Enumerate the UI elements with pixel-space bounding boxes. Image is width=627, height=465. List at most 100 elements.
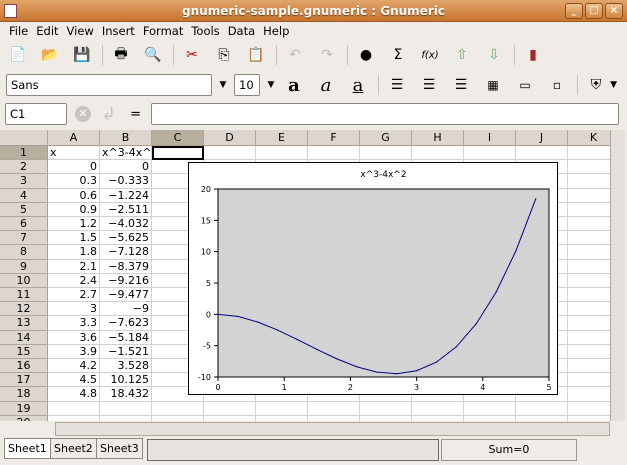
row-header-19[interactable]: 19 bbox=[0, 402, 48, 416]
cell-a16[interactable]: 4.2 bbox=[48, 359, 100, 373]
cell-b9[interactable]: −8.379 bbox=[100, 260, 152, 274]
font-name-dropdown[interactable]: ▼ bbox=[212, 80, 234, 90]
open-icon[interactable]: 📂 bbox=[38, 44, 62, 66]
cell-k11[interactable] bbox=[568, 288, 610, 302]
align-right-icon[interactable]: ☰ bbox=[449, 74, 473, 96]
sheet-tab-1[interactable]: Sheet1 bbox=[4, 438, 51, 459]
cell-h1[interactable] bbox=[412, 146, 464, 160]
paste-icon[interactable]: 📋 bbox=[244, 44, 268, 66]
cell-a19[interactable] bbox=[48, 402, 100, 416]
cell-k10[interactable] bbox=[568, 274, 610, 288]
cell-k12[interactable] bbox=[568, 302, 610, 316]
sheet-tab-3[interactable]: Sheet3 bbox=[96, 438, 143, 459]
minimize-button[interactable]: _ bbox=[565, 3, 583, 19]
print-preview-icon[interactable]: 🔍 bbox=[141, 44, 165, 66]
row-header-10[interactable]: 10 bbox=[0, 274, 48, 288]
row-header-5[interactable]: 5 bbox=[0, 203, 48, 217]
menu-format[interactable]: Format bbox=[139, 22, 188, 40]
cell-a15[interactable]: 3.9 bbox=[48, 345, 100, 359]
italic-button[interactable]: a bbox=[314, 74, 338, 96]
row-header-16[interactable]: 16 bbox=[0, 359, 48, 373]
cell-k6[interactable] bbox=[568, 217, 610, 231]
cell-a11[interactable]: 2.7 bbox=[48, 288, 100, 302]
cut-icon[interactable]: ✂ bbox=[180, 44, 204, 66]
cell-b16[interactable]: 3.528 bbox=[100, 359, 152, 373]
cell-c1[interactable] bbox=[152, 146, 204, 160]
chart-icon[interactable]: ▮ bbox=[521, 44, 545, 66]
close-button[interactable]: × bbox=[605, 3, 623, 19]
merge-cells-icon[interactable]: ▦ bbox=[481, 74, 505, 96]
cell-a14[interactable]: 3.6 bbox=[48, 331, 100, 345]
cell-k18[interactable] bbox=[568, 387, 610, 401]
cell-b2[interactable]: 0 bbox=[100, 160, 152, 174]
cell-e1[interactable] bbox=[256, 146, 308, 160]
cell-a4[interactable]: 0.6 bbox=[48, 189, 100, 203]
cell-b5[interactable]: −2.511 bbox=[100, 203, 152, 217]
cell-k4[interactable] bbox=[568, 189, 610, 203]
row-header-7[interactable]: 7 bbox=[0, 231, 48, 245]
function-icon[interactable]: f(x) bbox=[418, 44, 442, 66]
cell-a1[interactable]: x bbox=[48, 146, 100, 160]
column-header-f[interactable]: F bbox=[308, 130, 360, 146]
font-name-input[interactable]: Sans bbox=[6, 74, 212, 96]
cell-k15[interactable] bbox=[568, 345, 610, 359]
cell-c19[interactable] bbox=[152, 402, 204, 416]
column-header-e[interactable]: E bbox=[256, 130, 308, 146]
menu-view[interactable]: View bbox=[63, 22, 98, 40]
cell-k5[interactable] bbox=[568, 203, 610, 217]
row-header-3[interactable]: 3 bbox=[0, 174, 48, 188]
row-header-11[interactable]: 11 bbox=[0, 288, 48, 302]
menu-tools[interactable]: Tools bbox=[187, 22, 223, 40]
column-header-c[interactable]: C bbox=[152, 130, 204, 146]
cell-a13[interactable]: 3.3 bbox=[48, 316, 100, 330]
row-header-6[interactable]: 6 bbox=[0, 217, 48, 231]
row-header-18[interactable]: 18 bbox=[0, 387, 48, 401]
align-center-icon[interactable]: ☰ bbox=[417, 74, 441, 96]
cell-a6[interactable]: 1.2 bbox=[48, 217, 100, 231]
row-header-4[interactable]: 4 bbox=[0, 189, 48, 203]
column-header-a[interactable]: A bbox=[48, 130, 100, 146]
cell-k1[interactable] bbox=[568, 146, 610, 160]
copy-icon[interactable]: ⎘ bbox=[212, 44, 236, 66]
cell-k8[interactable] bbox=[568, 245, 610, 259]
column-header-k[interactable]: K bbox=[568, 130, 610, 146]
cell-k2[interactable] bbox=[568, 160, 610, 174]
redo-icon[interactable]: ↷ bbox=[315, 44, 339, 66]
formula-input[interactable] bbox=[151, 103, 619, 125]
cell-a2[interactable]: 0 bbox=[48, 160, 100, 174]
row-header-15[interactable]: 15 bbox=[0, 345, 48, 359]
cell-e19[interactable] bbox=[256, 402, 308, 416]
row-header-9[interactable]: 9 bbox=[0, 260, 48, 274]
split-cells-icon[interactable]: ▫ bbox=[545, 74, 569, 96]
cell-b14[interactable]: −5.184 bbox=[100, 331, 152, 345]
cell-k9[interactable] bbox=[568, 260, 610, 274]
menu-file[interactable]: File bbox=[5, 22, 32, 40]
cell-k7[interactable] bbox=[568, 231, 610, 245]
sheet-tab-2[interactable]: Sheet2 bbox=[50, 438, 97, 459]
cell-k19[interactable] bbox=[568, 402, 610, 416]
cell-a12[interactable]: 3 bbox=[48, 302, 100, 316]
cell-b4[interactable]: −1.224 bbox=[100, 189, 152, 203]
cell-k3[interactable] bbox=[568, 174, 610, 188]
sort-descending-icon[interactable]: ⇩ bbox=[482, 44, 506, 66]
row-header-1[interactable]: 1 bbox=[0, 146, 48, 160]
cell-a8[interactable]: 1.8 bbox=[48, 245, 100, 259]
row-header-17[interactable]: 17 bbox=[0, 373, 48, 387]
cell-a3[interactable]: 0.3 bbox=[48, 174, 100, 188]
row-header-13[interactable]: 13 bbox=[0, 316, 48, 330]
cell-b1[interactable]: x^3-4x^2 bbox=[100, 146, 152, 160]
menu-data[interactable]: Data bbox=[224, 22, 259, 40]
cell-a9[interactable]: 2.1 bbox=[48, 260, 100, 274]
column-header-i[interactable]: I bbox=[464, 130, 516, 146]
cell-d1[interactable] bbox=[204, 146, 256, 160]
save-icon[interactable]: 💾 bbox=[70, 44, 94, 66]
cell-k17[interactable] bbox=[568, 373, 610, 387]
undo-icon[interactable]: ↶ bbox=[283, 44, 307, 66]
toolbar-overflow-icon[interactable]: ▼ bbox=[610, 80, 617, 90]
cell-i1[interactable] bbox=[464, 146, 516, 160]
new-icon[interactable]: 📄 bbox=[6, 44, 30, 66]
cell-b8[interactable]: −7.128 bbox=[100, 245, 152, 259]
cell-b10[interactable]: −9.216 bbox=[100, 274, 152, 288]
cell-k13[interactable] bbox=[568, 316, 610, 330]
cell-b6[interactable]: −4.032 bbox=[100, 217, 152, 231]
